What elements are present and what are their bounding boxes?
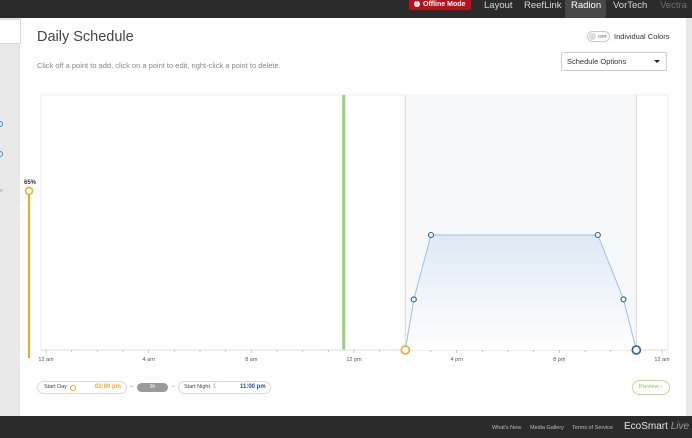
- chevron-right-icon: ›: [660, 384, 662, 390]
- x-tick-label: 8 pm: [553, 357, 566, 363]
- schedule-chart[interactable]: 12 am 4 am 8 am 12 pm 4 pm 8 pm 12 am 65%: [0, 0, 692, 438]
- intensity-value: 65%: [24, 180, 37, 186]
- x-tick-label: 12 am: [654, 357, 670, 363]
- intensity-slider-handle[interactable]: [24, 186, 34, 196]
- brand-logo: EcoSmart Live: [624, 421, 689, 432]
- schedule-point[interactable]: [620, 296, 627, 303]
- schedule-point[interactable]: [594, 231, 601, 239]
- right-arrow-icon: →: [170, 383, 176, 389]
- preview-button[interactable]: Preview ›: [632, 380, 670, 395]
- schedule-point[interactable]: [427, 231, 435, 239]
- start-day-control[interactable]: Start Day 02:00 pm: [37, 381, 127, 394]
- start-night-label: Start Night: [184, 384, 210, 390]
- x-tick-label: 4 pm: [451, 357, 464, 363]
- x-tick-label: 8 am: [245, 357, 258, 363]
- moon-icon: ☾: [213, 384, 219, 390]
- current-time-marker: [342, 95, 346, 350]
- sun-icon: [70, 385, 76, 391]
- x-tick-label: 12 pm: [346, 357, 362, 363]
- intensity-area: [405, 235, 637, 350]
- x-tick-label: 4 am: [143, 357, 156, 363]
- x-tick-label: 12 am: [38, 357, 54, 363]
- sunrise-point[interactable]: [400, 345, 411, 355]
- left-arrow-icon: ←: [129, 383, 135, 389]
- preview-label: Preview: [639, 384, 659, 390]
- x-axis-tick-labels: 12 am 4 am 8 am 12 pm 4 pm 8 pm 12 am: [38, 357, 670, 363]
- footer-link-terms[interactable]: Terms of Service: [572, 425, 613, 431]
- day-duration-badge: 9h: [137, 383, 168, 392]
- start-day-time[interactable]: 02:00 pm: [95, 382, 121, 393]
- footer-link-whats-new[interactable]: What's New: [492, 425, 521, 431]
- start-night-control[interactable]: Start Night ☾ 11:00 pm: [178, 381, 271, 394]
- schedule-point[interactable]: [410, 296, 417, 303]
- footer-link-media-gallery[interactable]: Media Gallery: [530, 425, 564, 431]
- start-day-label: Start Day: [44, 384, 67, 390]
- sunset-point[interactable]: [631, 345, 642, 355]
- start-night-time[interactable]: 11:00 pm: [240, 382, 266, 393]
- brand-live: Live: [670, 421, 690, 432]
- brand-name: EcoSmart: [624, 421, 668, 432]
